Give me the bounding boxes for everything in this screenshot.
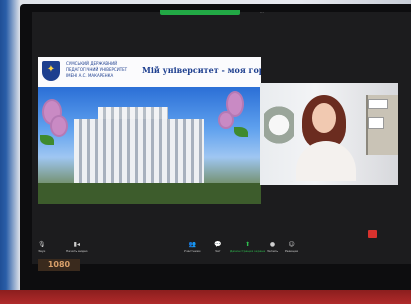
- lilac-flower: [220, 113, 232, 127]
- lilac-flower: [228, 93, 242, 115]
- participant-body: [296, 141, 356, 181]
- desk-surface: [0, 290, 411, 304]
- slide-header: ✦ СУМСЬКИЙ ДЕРЖАВНИЙ ПЕДАГОГІЧНИЙ УНІВЕР…: [38, 57, 261, 87]
- sharing-indicator[interactable]: [160, 10, 240, 15]
- video-icon: ▮◂: [73, 241, 80, 248]
- university-name: СУМСЬКИЙ ДЕРЖАВНИЙ ПЕДАГОГІЧНИЙ УНІВЕРСИ…: [66, 61, 128, 78]
- participant-video[interactable]: ...: [260, 83, 398, 185]
- share-screen-button[interactable]: ⬆ Демонстрация экрана: [230, 241, 265, 253]
- meeting-toolbar: 🎙 Звук ▮◂ Начать видео 👥 Участники 💬 Чат…: [32, 239, 411, 263]
- view-indicator: ...: [260, 9, 264, 14]
- mute-button[interactable]: 🎙 Звук: [38, 241, 46, 253]
- participant-name: ...: [290, 179, 293, 183]
- university-crest-icon: ✦: [42, 61, 60, 81]
- shelf-item: [368, 99, 388, 109]
- chat-icon: 💬: [214, 241, 222, 248]
- meeting-window: ... ✦ СУМСЬКИЙ ДЕРЖАВНИЙ ПЕДАГОГІЧНИЙ УН…: [32, 9, 411, 264]
- reactions-icon: ☺: [288, 241, 295, 248]
- share-screen-icon: ⬆: [245, 241, 251, 248]
- flower-bouquet: [264, 105, 294, 155]
- end-meeting-button[interactable]: [368, 230, 377, 238]
- record-icon: ●: [269, 241, 276, 248]
- participant-face: [312, 103, 336, 133]
- monitor-brand-label: 1080: [38, 259, 80, 271]
- reactions-button[interactable]: ☺ Реакции: [285, 241, 298, 253]
- lilac-flower: [52, 117, 66, 135]
- microphone-icon: 🎙: [38, 241, 46, 248]
- leaf: [40, 135, 54, 145]
- record-button[interactable]: ● Запись: [267, 241, 278, 253]
- shared-slide: ✦ СУМСЬКИЙ ДЕРЖАВНИЙ ПЕДАГОГІЧНИЙ УНІВЕР…: [38, 57, 261, 204]
- participants-icon: 👥: [188, 241, 196, 248]
- university-building-photo: [38, 87, 261, 204]
- chat-button[interactable]: 💬 Чат: [214, 241, 221, 253]
- slide-motto: Мій університет - моя гордість!: [142, 65, 261, 75]
- top-bar: ...: [32, 9, 411, 22]
- shelf-item: [368, 117, 384, 129]
- start-video-button[interactable]: ▮◂ Начать видео: [66, 241, 88, 253]
- participants-button[interactable]: 👥 Участники: [184, 241, 201, 253]
- building: [74, 119, 204, 185]
- leaf: [234, 127, 248, 137]
- trees: [38, 183, 261, 204]
